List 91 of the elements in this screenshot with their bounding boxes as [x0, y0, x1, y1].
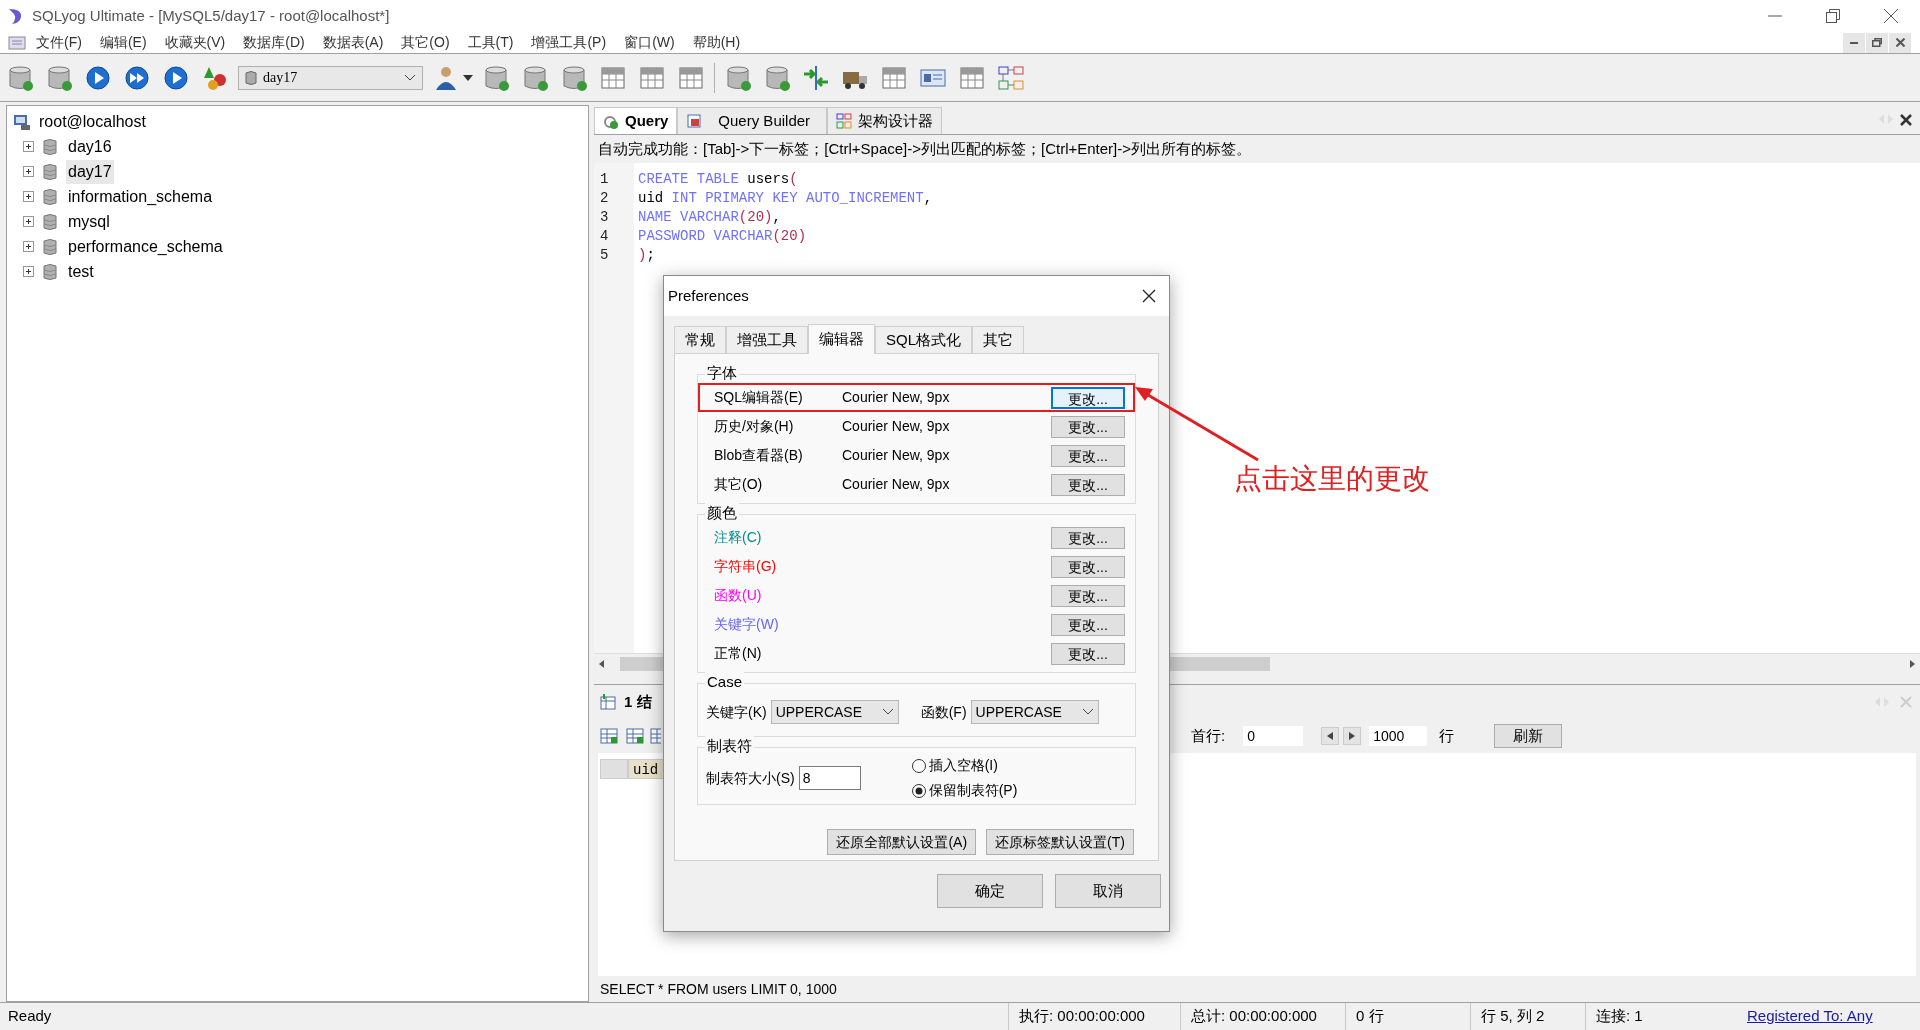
group-title: 制表符	[705, 736, 754, 756]
font-value: Courier New, 9px	[842, 475, 951, 494]
case-label: 函数(F)	[920, 702, 967, 722]
tree-root-label[interactable]: root@localhost	[39, 110, 146, 134]
window-title: SQLyog Ultimate - [MySQL5/day17 - root@localhost*]	[32, 5, 390, 26]
line-number: 4	[599, 227, 610, 245]
case-select[interactable]: UPPERCASE	[770, 700, 899, 724]
radio-option[interactable]: 插入空格(I)	[910, 755, 1018, 776]
dialog-button[interactable]: 确定	[937, 874, 1043, 908]
status-cell: 连接: 1	[1585, 1003, 1735, 1030]
tree-item[interactable]: test	[66, 259, 96, 284]
reset-button[interactable]: 还原全部默认设置(A)	[827, 829, 977, 855]
menu-item[interactable]: 文件(F)	[36, 32, 82, 53]
menu-item[interactable]: 其它(O)	[401, 32, 450, 53]
color-label: 注释(C)	[714, 528, 763, 547]
rows-unit-label: 行	[1439, 725, 1455, 746]
status-cell: 执行: 00:00:00:000	[1008, 1003, 1180, 1030]
dialog-title: Preferences	[668, 285, 749, 306]
line-number: 5	[599, 246, 610, 264]
font-label: 其它(O)	[714, 475, 764, 494]
color-label: 函数(U)	[714, 586, 763, 605]
status-text: Ready	[7, 1006, 53, 1027]
menu-item[interactable]: 编辑(E)	[99, 32, 147, 53]
editor-tab[interactable]: Query Builder	[677, 107, 828, 134]
refresh-button[interactable]: 刷新	[1494, 724, 1563, 748]
group-title: 颜色	[705, 503, 739, 523]
menu-item[interactable]: 收藏夹(V)	[164, 32, 226, 53]
status-cell: 总计: 00:00:00:000	[1180, 1003, 1345, 1030]
code-line: uid INT PRIMARY KEY AUTO_INCREMENT,	[638, 189, 934, 207]
tree-item[interactable]: mysql	[66, 209, 112, 234]
line-number: 1	[599, 170, 610, 188]
code-line: NAME VARCHAR(20),	[638, 208, 782, 226]
editor-tab[interactable]: 架构设计器	[827, 107, 943, 134]
tree-item[interactable]: day16	[66, 134, 114, 159]
menu-item[interactable]: 数据库(D)	[243, 32, 305, 53]
color-label: 字符串(G)	[714, 557, 778, 576]
tree-item[interactable]: information_schema	[66, 184, 215, 209]
menu-item[interactable]: 数据表(A)	[322, 32, 384, 53]
tree-item[interactable]: day17	[66, 159, 114, 184]
editor-tab[interactable]: Query	[594, 107, 678, 134]
code-line: );	[638, 246, 656, 264]
line-number: 2	[599, 189, 610, 207]
change-button[interactable]: 更改...	[1051, 613, 1125, 636]
font-value: Courier New, 9px	[842, 417, 951, 436]
radio-option[interactable]: 保留制表符(P)	[910, 780, 1018, 801]
first-row-label: 首行:	[1191, 725, 1226, 746]
color-label: 正常(N)	[714, 644, 763, 663]
status-cell: 行 5, 列 2	[1470, 1003, 1585, 1030]
code-line: CREATE TABLE users(	[638, 170, 799, 188]
line-number: 3	[599, 208, 610, 226]
change-button[interactable]: 更改...	[1051, 473, 1125, 496]
font-label: SQL编辑器(E)	[714, 388, 804, 407]
menu-item[interactable]: 窗口(W)	[624, 32, 675, 53]
font-label: 历史/对象(H)	[714, 417, 795, 436]
change-button[interactable]: 更改...	[1051, 555, 1125, 578]
change-button[interactable]: 更改...	[1051, 444, 1125, 467]
change-button[interactable]: 更改...	[1051, 415, 1125, 438]
query-text: SELECT * FROM users LIMIT 0, 1000	[599, 979, 838, 999]
case-select[interactable]: UPPERCASE	[970, 700, 1099, 724]
font-value: Courier New, 9px	[842, 446, 951, 465]
font-value: Courier New, 9px	[842, 388, 951, 407]
menu-item[interactable]: 增强工具(P)	[531, 32, 607, 53]
change-button[interactable]: 更改...	[1051, 386, 1125, 409]
change-button[interactable]: 更改...	[1051, 642, 1125, 665]
color-label: 关键字(W)	[714, 615, 780, 634]
case-label: 关键字(K)	[706, 702, 767, 722]
dialog-tab[interactable]: 常规	[674, 326, 726, 353]
dialog-tab[interactable]: SQL格式化	[875, 326, 972, 353]
autocomplete-hint: 自动完成功能：[Tab]->下一标签；[Ctrl+Space]->列出匹配的标签；[Ctrl+Enter]->列出所有的标签。	[597, 138, 1252, 159]
reset-button[interactable]: 还原标签默认设置(T)	[986, 829, 1134, 855]
database-select[interactable]: day17	[238, 65, 423, 90]
code-line: PASSWORD VARCHAR(20)	[638, 227, 808, 245]
annotation-text: 点击这里的更改	[1234, 462, 1430, 496]
registration-link[interactable]: Registered To: Any	[1747, 1005, 1873, 1028]
first-row-field[interactable]: 0	[1243, 726, 1304, 746]
results-tab[interactable]: 1 结	[624, 690, 652, 714]
status-cell: 0 行	[1345, 1003, 1470, 1030]
tab-size-label: 制表符大小(S)	[706, 768, 795, 788]
font-label: Blob查看器(B)	[714, 446, 804, 465]
change-button[interactable]: 更改...	[1051, 584, 1125, 607]
group-title: 字体	[705, 363, 739, 383]
dialog-tab[interactable]: 编辑器	[808, 324, 875, 354]
menu-item[interactable]: 帮助(H)	[692, 32, 741, 53]
row-count-field[interactable]: 1000	[1369, 726, 1428, 746]
dialog-button[interactable]: 取消	[1055, 874, 1161, 908]
dialog-tab[interactable]: 其它	[972, 326, 1024, 353]
change-button[interactable]: 更改...	[1051, 526, 1125, 549]
tab-size-field[interactable]: 8	[798, 766, 861, 790]
dialog-tab[interactable]: 增强工具	[726, 326, 808, 353]
tree-item[interactable]: performance_schema	[66, 234, 225, 259]
menu-item[interactable]: 工具(T)	[467, 32, 514, 53]
